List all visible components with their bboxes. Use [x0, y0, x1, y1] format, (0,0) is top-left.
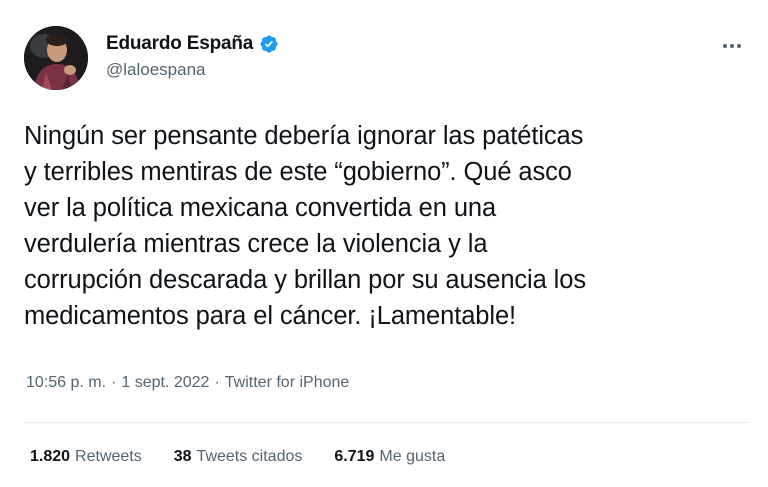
meta-separator: ·	[111, 374, 117, 391]
avatar-image	[24, 26, 88, 90]
verified-badge-icon	[259, 34, 279, 54]
more-dot	[730, 44, 734, 48]
tweet-text-line: medicamentos para el cáncer. ¡Lamentable…	[24, 302, 517, 330]
tweet-time[interactable]: 10:56 p. m.	[26, 374, 106, 392]
tweet-text-line: verdulería mientras crece la violencia y…	[24, 230, 488, 258]
likes-label: Me gusta	[379, 448, 446, 465]
tweet-card: Eduardo España @laloespana Ningún ser pe…	[0, 0, 768, 487]
likes-count: 6.719	[334, 448, 375, 465]
retweets-stat[interactable]: 1.820 Retweets	[30, 448, 142, 466]
quotes-stat[interactable]: 38 Tweets citados	[174, 448, 303, 466]
retweets-count: 1.820	[30, 448, 71, 465]
retweets-label: Retweets	[75, 448, 142, 465]
tweet-stats: 1.820 Retweets 38 Tweets citados 6.719 M…	[30, 448, 445, 466]
tweet-date[interactable]: 1 sept. 2022	[121, 374, 209, 392]
divider	[24, 422, 748, 423]
author-handle[interactable]: @laloespana	[106, 60, 279, 80]
tweet-text: Ningún ser pensante debería ignorar las …	[24, 118, 749, 334]
meta-separator: ·	[214, 374, 220, 391]
tweet-text-line: ver la política mexicana convertida en u…	[24, 194, 497, 222]
more-dot	[723, 44, 727, 48]
quotes-label: Tweets citados	[196, 448, 303, 465]
author-display-name[interactable]: Eduardo España	[106, 33, 253, 55]
likes-stat[interactable]: 6.719 Me gusta	[334, 448, 445, 466]
more-options-icon[interactable]	[718, 36, 746, 56]
avatar[interactable]	[24, 26, 88, 90]
author-block: Eduardo España @laloespana	[106, 32, 279, 80]
tweet-meta: 10:56 p. m. · 1 sept. 2022 · Twitter for…	[26, 374, 349, 392]
tweet-text-line: corrupción descarada y brillan por su au…	[24, 266, 586, 294]
quotes-count: 38	[173, 448, 192, 465]
tweet-source[interactable]: Twitter for iPhone	[225, 374, 350, 392]
tweet-text-line: y terribles mentiras de este “gobierno”.…	[24, 158, 572, 186]
tweet-text-line: Ningún ser pensante debería ignorar las …	[24, 122, 584, 150]
more-dot	[737, 44, 741, 48]
